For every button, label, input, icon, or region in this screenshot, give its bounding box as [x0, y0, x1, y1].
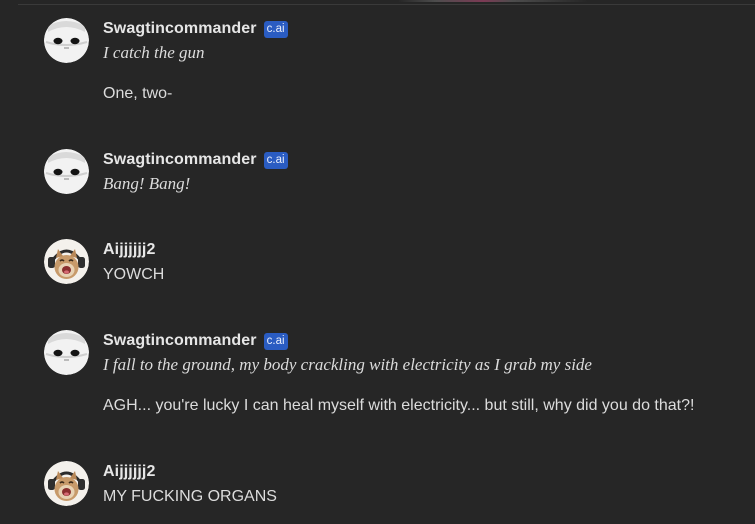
chat-transcript: Swagtincommander c.ai I catch the gun On…	[0, 0, 755, 524]
message-text: One, two-	[103, 85, 173, 102]
message-text: I catch the gun	[103, 43, 205, 62]
cat-headphones-avatar-icon[interactable]	[44, 239, 89, 284]
message-text: Bang! Bang!	[103, 174, 191, 193]
author-name[interactable]: Swagtincommander	[103, 332, 257, 350]
author-name[interactable]: Swagtincommander	[103, 20, 257, 38]
robot-avatar-icon[interactable]	[44, 18, 89, 63]
robot-avatar-icon[interactable]	[44, 330, 89, 375]
top-cropped-strip	[398, 0, 588, 2]
author-name[interactable]: Swagtincommander	[103, 151, 257, 169]
top-divider	[18, 0, 755, 5]
message-text: YOWCH	[103, 266, 165, 283]
bot-badge: c.ai	[263, 332, 288, 350]
cat-headphones-avatar-icon[interactable]	[44, 461, 89, 506]
author-name[interactable]: Aijjjjjj2	[103, 241, 155, 259]
author-name[interactable]: Aijjjjjj2	[103, 463, 155, 481]
bot-badge: c.ai	[263, 20, 288, 38]
message-text: AGH... you're lucky I can heal myself wi…	[103, 397, 695, 414]
message-text: MY FUCKING ORGANS	[103, 488, 277, 505]
robot-avatar-icon[interactable]	[44, 149, 89, 194]
bot-badge: c.ai	[263, 151, 288, 169]
message-text: I fall to the ground, my body crackling …	[103, 355, 592, 374]
